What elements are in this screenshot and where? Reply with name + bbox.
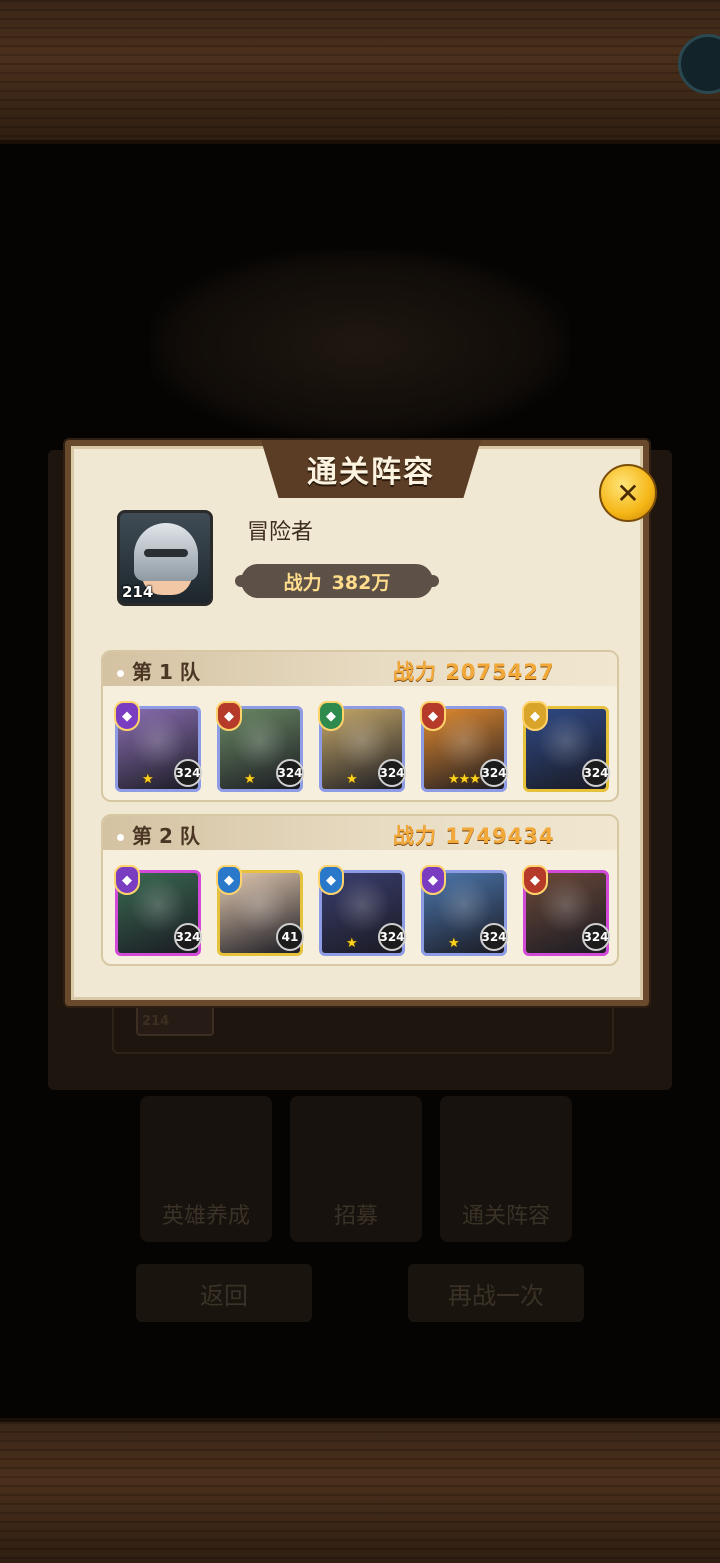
- hero-level: 324: [480, 923, 508, 951]
- corner-menu-button[interactable]: [678, 34, 720, 94]
- faction-badge-icon: ◆: [114, 701, 140, 731]
- team-2-power: 战力 1749434: [393, 820, 555, 850]
- clear-lineup-panel: 通关阵容 ✕ 214 冒险者 战力 382万 第 1 队 战力 2075427 …: [65, 440, 657, 1006]
- star-rating-icon: ★★★: [448, 772, 481, 787]
- player-avatar[interactable]: 214: [117, 510, 213, 606]
- hero-level: 324: [276, 759, 304, 787]
- clear-lineup-tile: 通关阵容: [440, 1096, 572, 1242]
- faction-badge-icon: ◆: [114, 865, 140, 895]
- hero-slot[interactable]: ◆ ★★★ 324: [420, 701, 508, 792]
- hero-slot[interactable]: ◆ ★ 324: [114, 701, 202, 792]
- team-2-heroes: ◆ 324 ◆ 41 ◆ ★ 324 ◆ ★ 324 ◆ 324: [114, 865, 610, 956]
- hero-slot[interactable]: ◆ ★ 324: [318, 701, 406, 792]
- star-rating-icon: ★: [448, 936, 460, 951]
- close-icon: ✕: [616, 476, 640, 510]
- star-rating-icon: ★: [142, 772, 154, 787]
- recruit-tile: 招募: [290, 1096, 422, 1242]
- background-retry-button: 再战一次: [408, 1264, 584, 1322]
- team-1-power-label: 战力: [393, 660, 437, 684]
- hero-level: 324: [582, 759, 610, 787]
- hero-slot[interactable]: ◆ ★ 324: [318, 865, 406, 956]
- helmet-visor: [144, 549, 188, 557]
- team-2-label: 第 2 队: [117, 820, 200, 849]
- hero-slot[interactable]: ◆ 324: [114, 865, 202, 956]
- faction-badge-icon: ◆: [522, 865, 548, 895]
- background-tiles: 英雄养成 招募 通关阵容: [140, 1096, 580, 1242]
- hero-slot[interactable]: ◆ 324: [522, 865, 610, 956]
- hero-level: 324: [174, 923, 202, 951]
- faction-badge-icon: ◆: [318, 701, 344, 731]
- player-power-value: 382万: [331, 571, 391, 594]
- team-1-card: 第 1 队 战力 2075427 ◆ ★ 324 ◆ ★ 324 ◆ ★ 324 ◆ ★★★ 324 ◆…: [101, 650, 619, 802]
- team-2-power-value: 1749434: [445, 824, 555, 848]
- star-rating-icon: ★: [244, 772, 256, 787]
- hero-level: 324: [174, 759, 202, 787]
- panel-title-banner: 通关阵容: [261, 440, 481, 498]
- bottom-wood-bar: [0, 1418, 720, 1563]
- star-rating-icon: ★: [346, 772, 358, 787]
- hero-slot[interactable]: ◆ 41: [216, 865, 304, 956]
- hero-level: 324: [480, 759, 508, 787]
- hero-growth-tile: 英雄养成: [140, 1096, 272, 1242]
- hero-level: 324: [378, 759, 406, 787]
- hero-slot[interactable]: ◆ ★ 324: [420, 865, 508, 956]
- faction-badge-icon: ◆: [522, 701, 548, 731]
- faction-badge-icon: ◆: [420, 701, 446, 731]
- team-1-power-value: 2075427: [445, 660, 555, 684]
- hero-level: 41: [276, 923, 304, 951]
- faction-badge-icon: ◆: [420, 865, 446, 895]
- hero-level: 324: [378, 923, 406, 951]
- hero-slot[interactable]: ◆ 324: [522, 701, 610, 792]
- team-1-power: 战力 2075427: [393, 656, 555, 686]
- player-name: 冒险者: [247, 520, 314, 545]
- team-1-label: 第 1 队: [117, 656, 200, 685]
- background-emblem: [150, 250, 570, 440]
- close-button[interactable]: ✕: [599, 464, 657, 522]
- team-2-card: 第 2 队 战力 1749434 ◆ 324 ◆ 41 ◆ ★ 324 ◆ ★ 324 ◆ 324: [101, 814, 619, 966]
- faction-badge-icon: ◆: [216, 701, 242, 731]
- faction-badge-icon: ◆: [216, 865, 242, 895]
- team-2-power-label: 战力: [393, 824, 437, 848]
- panel-title: 通关阵容: [307, 455, 435, 490]
- top-wood-bar: [0, 0, 720, 144]
- player-power-label: 战力: [283, 571, 322, 594]
- background-back-button: 返回: [136, 1264, 312, 1322]
- player-power-pill: 战力 382万: [241, 564, 433, 598]
- star-rating-icon: ★: [346, 936, 358, 951]
- hero-level: 324: [582, 923, 610, 951]
- faction-badge-icon: ◆: [318, 865, 344, 895]
- background-avatar-level: 214: [142, 1014, 170, 1029]
- hero-slot[interactable]: ◆ ★ 324: [216, 701, 304, 792]
- team-1-heroes: ◆ ★ 324 ◆ ★ 324 ◆ ★ 324 ◆ ★★★ 324 ◆ 324: [114, 701, 610, 792]
- player-level: 214: [122, 583, 154, 601]
